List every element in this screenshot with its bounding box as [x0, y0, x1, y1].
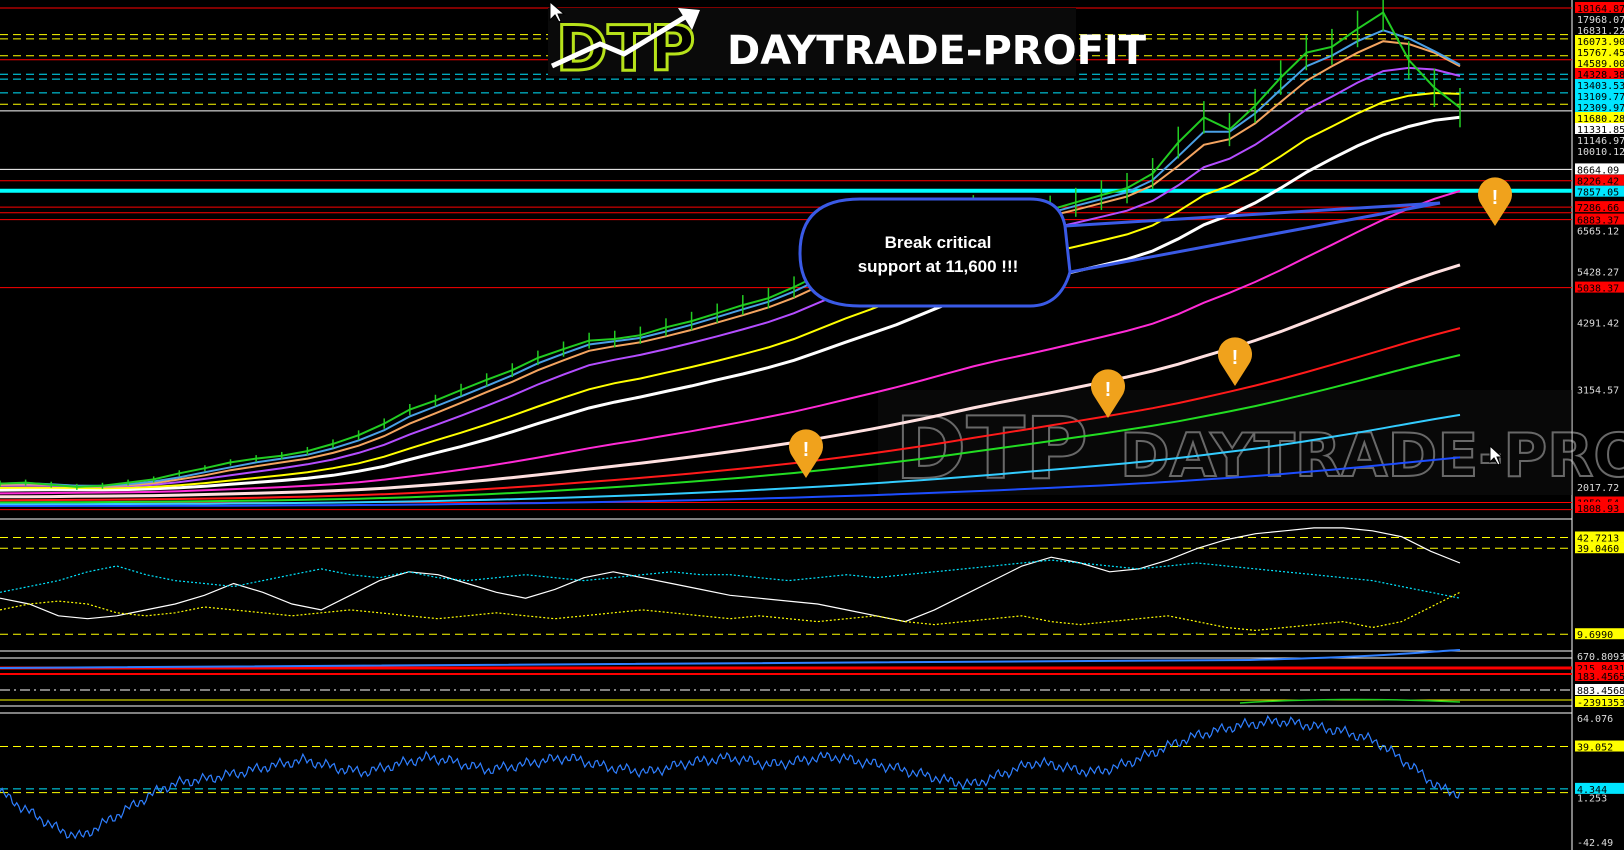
- price-label: 11331.85: [1577, 125, 1624, 136]
- callout-bubble: Break critical support at 11,600 !!!: [798, 197, 1072, 308]
- alert-marker-glyph: !: [803, 439, 810, 461]
- price-label: 9.6990: [1577, 630, 1613, 641]
- price-label: 39.0460: [1577, 544, 1619, 555]
- price-label: 7857.05: [1577, 188, 1619, 199]
- price-label: -2391353.4: [1577, 698, 1624, 709]
- price-label: 64.076: [1577, 714, 1613, 725]
- price-label: 5428.27: [1577, 267, 1619, 278]
- callout-shape: [798, 197, 1072, 308]
- price-label: 11146.97: [1577, 136, 1624, 147]
- price-label: 1.253: [1577, 794, 1607, 805]
- alert-marker-glyph: !: [1232, 347, 1239, 369]
- price-label: 7286.66: [1577, 203, 1619, 214]
- price-label: 17968.07: [1577, 15, 1624, 26]
- price-label: 5038.37: [1577, 284, 1619, 295]
- logo: DTP DAYTRADE-PROFIT: [548, 8, 1147, 87]
- logo-name: DAYTRADE-PROFIT: [727, 28, 1147, 74]
- price-label: 183.4565: [1577, 672, 1624, 683]
- alert-marker-glyph: !: [1492, 187, 1499, 209]
- price-label: 10010.12: [1577, 147, 1624, 158]
- trading-chart: DTP DAYTRADE-PROFIT Break critical suppo…: [0, 0, 1624, 850]
- price-label: 6883.37: [1577, 216, 1619, 227]
- alert-marker-glyph: !: [1105, 379, 1112, 401]
- price-label: 2017.72: [1577, 483, 1619, 494]
- price-label: 18164.87: [1577, 4, 1624, 15]
- price-label: 4291.42: [1577, 319, 1619, 330]
- price-label: 39.052: [1577, 743, 1613, 754]
- price-label: 670.8093: [1577, 652, 1624, 663]
- callout-line-1: Break critical: [885, 233, 992, 252]
- price-label: 3154.57: [1577, 386, 1619, 397]
- price-label: -42.49: [1577, 838, 1613, 849]
- callout-line-2: support at 11,600 !!!: [858, 257, 1019, 276]
- price-label: 6565.12: [1577, 227, 1619, 238]
- price-label: 1808.93: [1577, 504, 1619, 515]
- price-label: 883.4568: [1577, 686, 1624, 697]
